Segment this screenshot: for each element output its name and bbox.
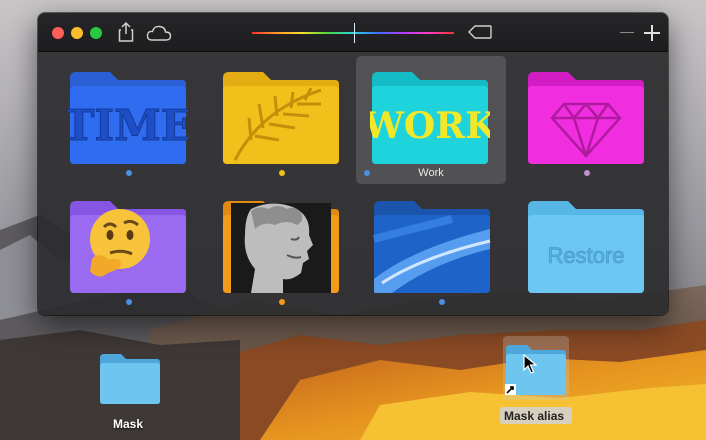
- folder-art-text: Restore: [547, 243, 624, 268]
- folder-tile-work[interactable]: WORK Work: [356, 56, 506, 184]
- share-icon[interactable]: [118, 22, 134, 42]
- folder-icon: TIME: [68, 72, 188, 164]
- color-tag-dot: [126, 299, 132, 305]
- mouse-cursor-icon: [523, 354, 537, 374]
- color-tag-dot: [279, 299, 285, 305]
- folder-tile-restore[interactable]: Restore: [500, 185, 650, 313]
- alias-arrow-icon: [505, 384, 516, 395]
- color-tag-dot: [439, 299, 445, 305]
- folder-icon: [223, 72, 339, 164]
- folder-icon: Restore: [528, 201, 644, 293]
- folder-label: Work: [418, 167, 444, 179]
- folder-icon: WORK: [370, 72, 490, 164]
- folder-icon: [70, 201, 186, 293]
- minus-icon[interactable]: [620, 32, 634, 33]
- folder-browser-window: TIME WORK Work Restore: [38, 13, 668, 315]
- plus-icon[interactable]: [644, 25, 660, 41]
- statue-image: [231, 203, 331, 293]
- color-tag-dot: [584, 170, 590, 176]
- folder-tile-time[interactable]: TIME: [42, 56, 192, 184]
- mask-alias-label: Mask alias: [504, 409, 565, 423]
- window-toolbar: [38, 13, 668, 52]
- close-button[interactable]: [52, 27, 64, 39]
- mask-folder-label: Mask: [113, 417, 144, 431]
- folder-tile-thinking[interactable]: [42, 185, 192, 313]
- color-tag-dot: [279, 170, 285, 176]
- folder-tile-leaf[interactable]: [195, 56, 345, 184]
- folder-tile-statue[interactable]: [195, 185, 345, 313]
- folder-art-text: WORK: [370, 105, 490, 147]
- folder-tile-diamond[interactable]: [500, 56, 650, 184]
- folder-icon: [528, 72, 644, 164]
- minimize-button[interactable]: [71, 27, 83, 39]
- mask-folder-icon[interactable]: [99, 353, 161, 405]
- color-slider-handle[interactable]: [354, 23, 355, 43]
- folder-icon: [372, 201, 491, 293]
- tag-icon[interactable]: [468, 25, 492, 39]
- zoom-button[interactable]: [90, 27, 102, 39]
- color-slider[interactable]: [252, 32, 454, 34]
- folder-art-text: TIME: [68, 101, 188, 150]
- folder-icon: [223, 201, 339, 293]
- color-tag-dot: [126, 170, 132, 176]
- folder-tile-blue-wallpaper[interactable]: [346, 185, 496, 313]
- cloud-icon[interactable]: [146, 24, 172, 42]
